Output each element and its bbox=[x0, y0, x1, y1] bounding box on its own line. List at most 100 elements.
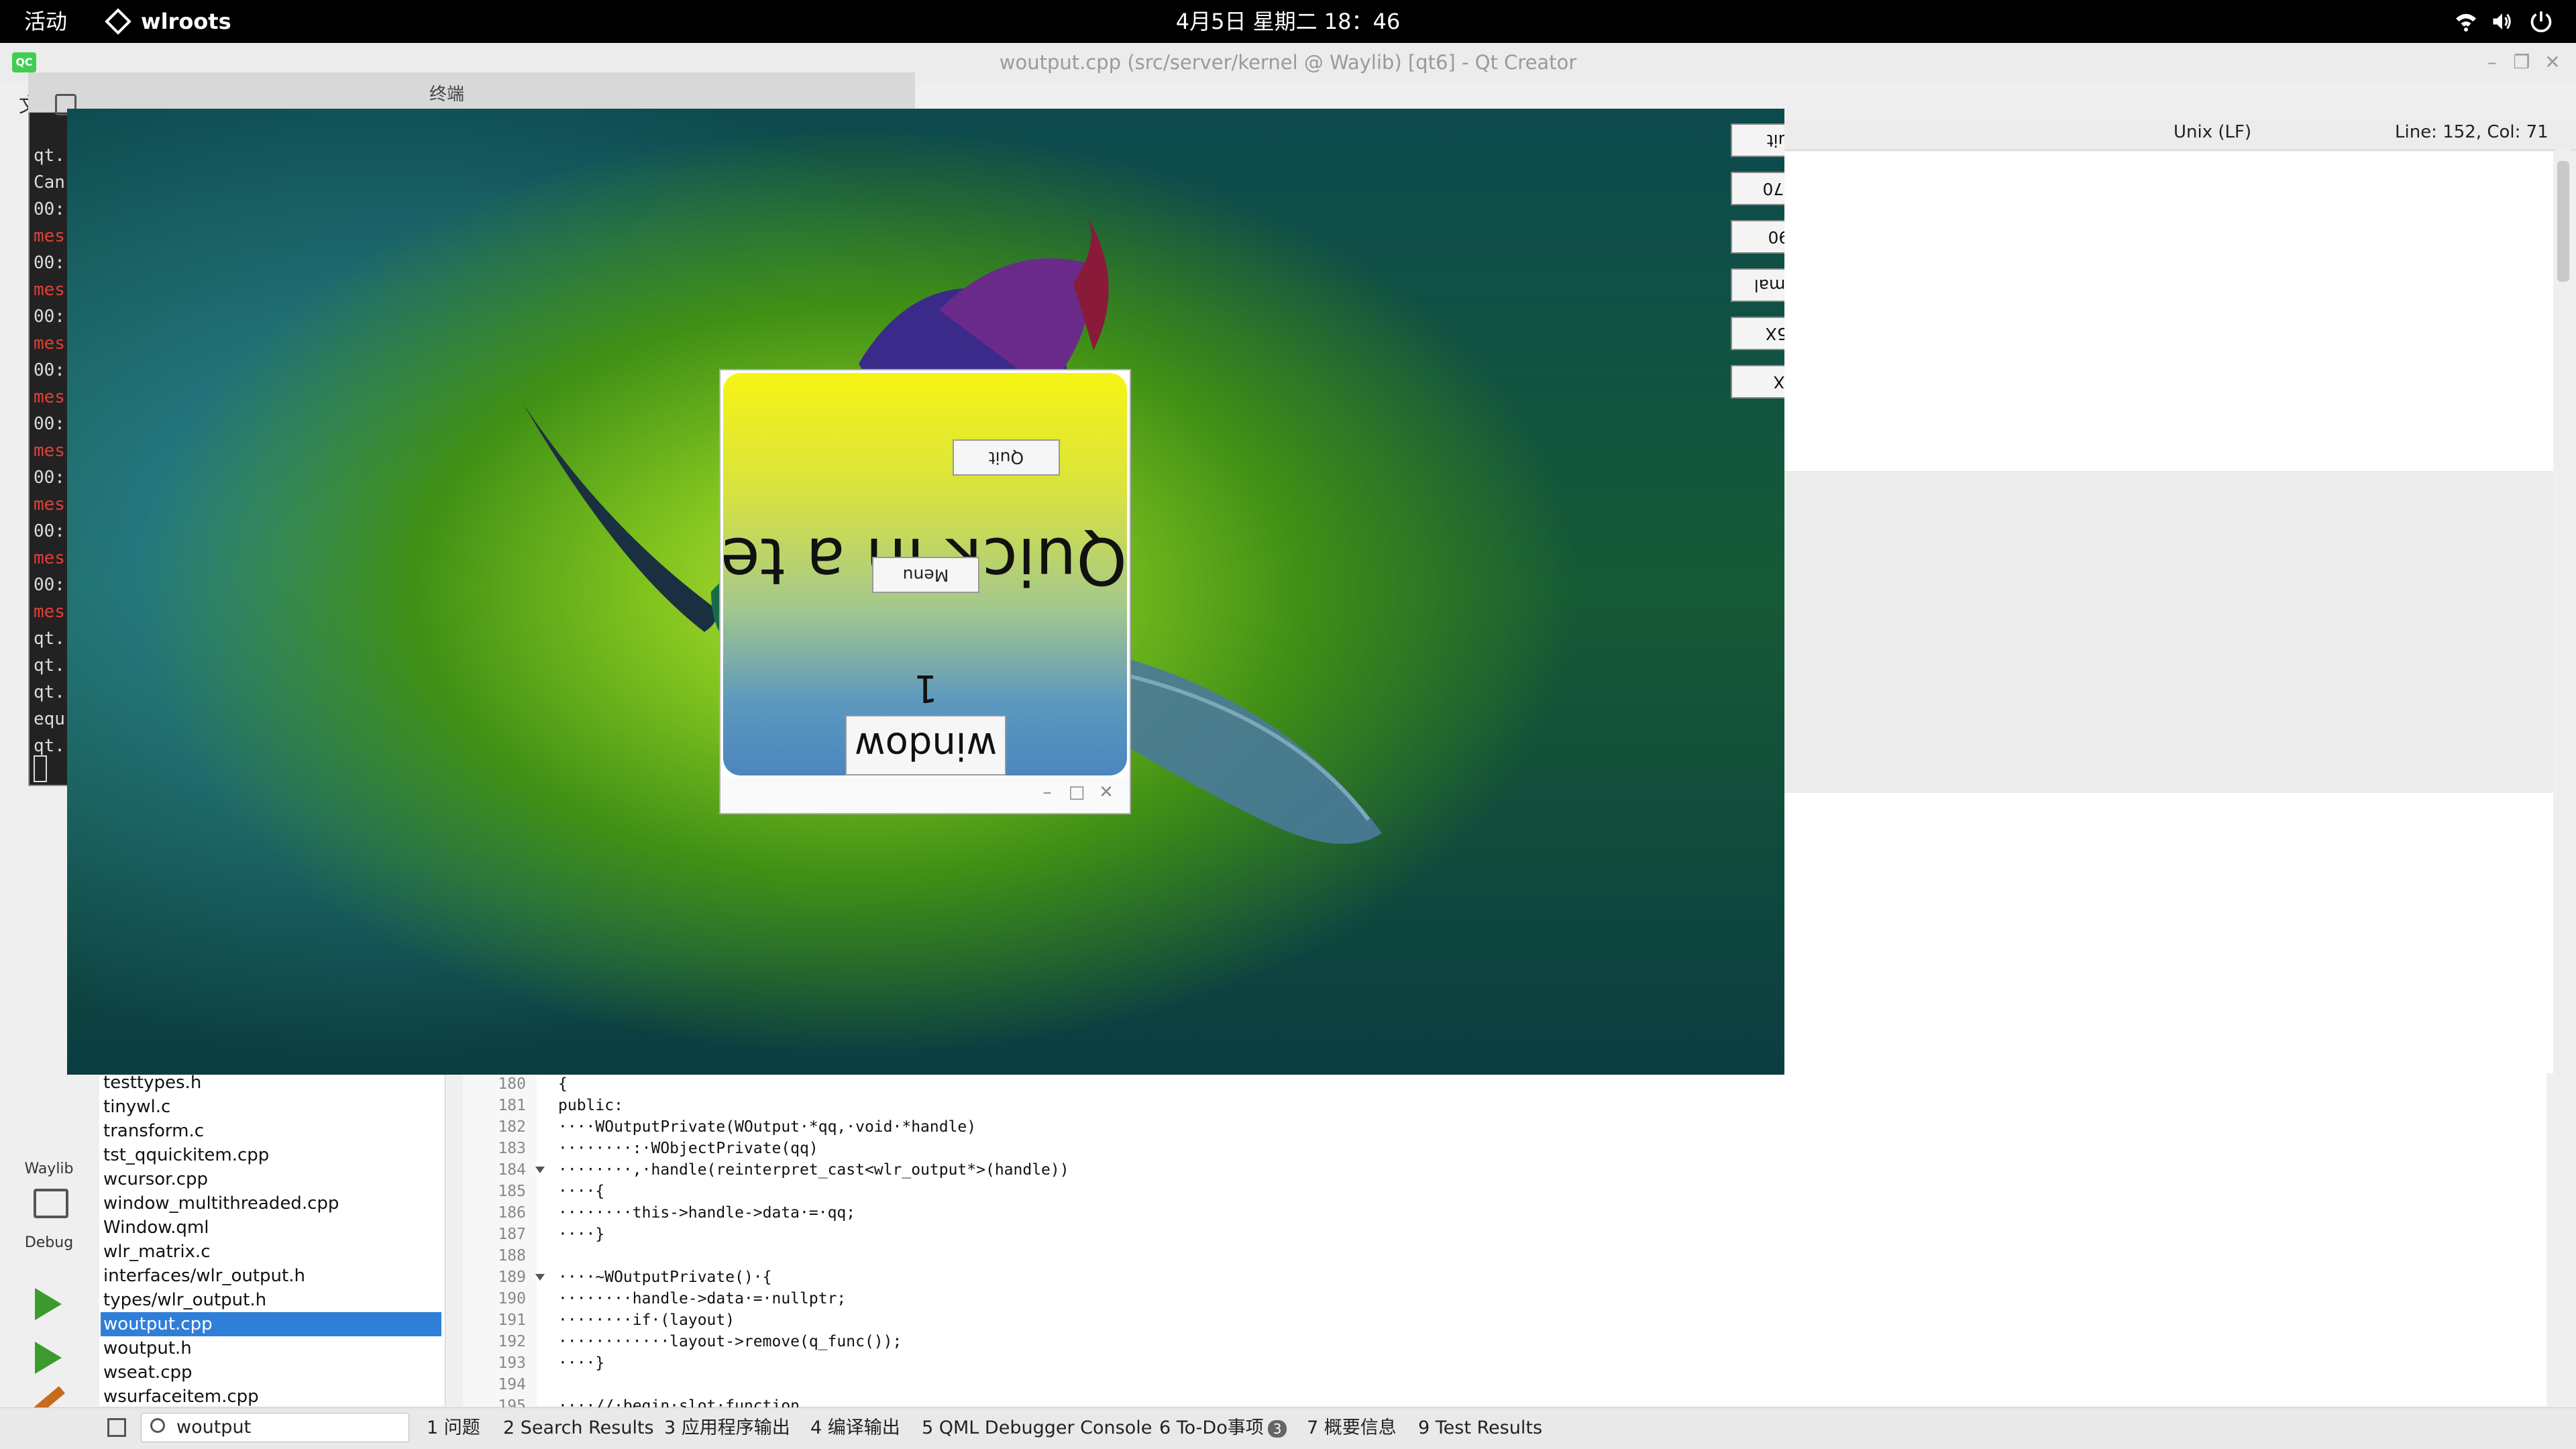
output-pane-tab-label: 6 To-Do事项 bbox=[1159, 1417, 1264, 1438]
code-line[interactable]: ········if·(layout) bbox=[558, 1309, 735, 1331]
kit-selector-icon[interactable] bbox=[34, 1189, 68, 1218]
code-line[interactable]: ····WOutputPrivate(WOutput·*qq,·void·*ha… bbox=[558, 1116, 976, 1138]
terminal-line: mes bbox=[34, 441, 65, 461]
code-line[interactable]: ····~WOutputPrivate()·{ bbox=[558, 1267, 772, 1288]
output-pane-tab-label: 9 Test Results bbox=[1418, 1417, 1543, 1438]
line-number: 184 bbox=[498, 1161, 526, 1179]
compositor-1x-button[interactable]: 1X bbox=[1731, 365, 1784, 398]
line-number: 192 bbox=[498, 1333, 526, 1350]
locator-input[interactable]: woutput bbox=[141, 1413, 409, 1442]
compositor-r270-button[interactable]: R270 bbox=[1731, 172, 1784, 205]
wlroots-app-icon bbox=[105, 8, 131, 35]
output-pane-tab-label: 3 应用程序输出 bbox=[664, 1417, 790, 1438]
editor-area-mid bbox=[1782, 793, 2553, 1073]
debug-run-button[interactable] bbox=[35, 1342, 62, 1374]
output-pane-tab[interactable]: 9 Test Results bbox=[1418, 1411, 1542, 1445]
code-line[interactable]: { bbox=[558, 1073, 568, 1095]
file-list-item[interactable]: tst_qquickitem.cpp bbox=[101, 1143, 441, 1167]
close-icon[interactable]: ✕ bbox=[2540, 50, 2565, 75]
search-icon bbox=[150, 1418, 165, 1433]
line-number: 182 bbox=[498, 1118, 526, 1136]
wifi-icon[interactable] bbox=[2454, 9, 2478, 34]
compositor-r90-button[interactable]: R90 bbox=[1731, 220, 1784, 254]
code-line[interactable]: public: bbox=[558, 1095, 623, 1116]
qt-creator-logo-icon: QC bbox=[12, 52, 36, 72]
terminal-cursor bbox=[34, 755, 47, 782]
code-line[interactable]: ········:·WObjectPrivate(qq) bbox=[558, 1138, 818, 1159]
maximize-icon[interactable]: ❐ bbox=[2509, 50, 2534, 75]
code-line[interactable]: ············layout->remove(q_func()); bbox=[558, 1331, 902, 1352]
file-list-item[interactable]: tinywl.c bbox=[101, 1095, 441, 1119]
power-icon[interactable] bbox=[2529, 9, 2553, 34]
code-line[interactable]: ········handle->data·=·nullptr; bbox=[558, 1288, 846, 1309]
terminal-line: 00: bbox=[34, 253, 65, 273]
todo-count-badge: 3 bbox=[1267, 1420, 1287, 1438]
terminal-line: 00: bbox=[34, 360, 65, 380]
file-list-item[interactable]: woutput.h bbox=[101, 1336, 441, 1360]
line-number: 186 bbox=[498, 1204, 526, 1222]
run-button[interactable] bbox=[35, 1288, 62, 1320]
output-pane-tab-label: 4 编译输出 bbox=[810, 1417, 900, 1438]
fold-marker-icon[interactable] bbox=[535, 1274, 545, 1281]
output-pane-tab[interactable]: 3 应用程序输出 bbox=[664, 1411, 790, 1445]
output-pane-tab-label: 5 QML Debugger Console bbox=[922, 1417, 1152, 1438]
code-line[interactable]: ····} bbox=[558, 1224, 604, 1245]
activities-button[interactable]: 活动 bbox=[24, 0, 67, 43]
code-line[interactable]: ········,·handle(reinterpret_cast<wlr_ou… bbox=[558, 1159, 1069, 1181]
minimize-icon[interactable]: – bbox=[1037, 782, 1057, 802]
output-pane-tab[interactable]: 4 编译输出 bbox=[810, 1411, 900, 1445]
toggle-sidebar-icon[interactable] bbox=[107, 1418, 126, 1437]
terminal-line: qt. bbox=[34, 682, 65, 702]
terminal-header bbox=[28, 72, 915, 113]
minimize-icon[interactable]: – bbox=[2479, 50, 2505, 75]
editor-area-top bbox=[1782, 152, 2553, 471]
file-list-item[interactable]: transform.c bbox=[101, 1119, 441, 1143]
terminal-line: qt. bbox=[34, 655, 65, 676]
client-window-label: window 1 bbox=[845, 666, 1006, 775]
line-number: 190 bbox=[498, 1290, 526, 1307]
line-number: 180 bbox=[498, 1075, 526, 1093]
fold-marker-icon[interactable] bbox=[535, 1167, 545, 1173]
terminal-line: 00: bbox=[34, 468, 65, 488]
code-line[interactable]: ····{ bbox=[558, 1181, 604, 1202]
code-line[interactable]: ········this->handle->data·=·qq; bbox=[558, 1202, 855, 1224]
file-list-item[interactable]: wlr_matrix.c bbox=[101, 1240, 441, 1264]
editor-scrollbar[interactable] bbox=[2556, 148, 2571, 1406]
scrollbar-thumb[interactable] bbox=[2557, 161, 2569, 282]
file-list-item[interactable]: wsurfaceitem.cpp bbox=[101, 1385, 441, 1409]
file-list-item[interactable]: woutput.cpp bbox=[101, 1312, 441, 1336]
compositor-15x-button[interactable]: 1.5X bbox=[1731, 317, 1784, 350]
client-quit-button[interactable]: Quit bbox=[953, 439, 1060, 476]
file-list-item[interactable]: wseat.cpp bbox=[101, 1360, 441, 1385]
line-ending-selector[interactable]: Unix (LF) bbox=[2174, 122, 2251, 142]
file-list-item[interactable]: window_multithreaded.cpp bbox=[101, 1191, 441, 1216]
terminal-line: mes bbox=[34, 494, 65, 515]
output-pane-tab[interactable]: 6 To-Do事项 3 bbox=[1159, 1411, 1287, 1445]
line-number: 181 bbox=[498, 1097, 526, 1114]
close-icon[interactable]: ✕ bbox=[1096, 782, 1116, 802]
output-pane-tab[interactable]: 7 概要信息 bbox=[1307, 1411, 1397, 1445]
terminal-line: mes bbox=[34, 226, 65, 246]
gnome-top-bar: 活动 wlroots 4月5日 星期二 18：46 bbox=[0, 0, 2576, 43]
compositor-normal-button[interactable]: Normal bbox=[1731, 268, 1784, 302]
terminal-line: mes bbox=[34, 548, 65, 568]
code-line[interactable]: ····} bbox=[558, 1352, 604, 1374]
cursor-position[interactable]: Line: 152, Col: 71 bbox=[2395, 122, 2548, 142]
terminal-line: qt. bbox=[34, 146, 65, 166]
line-number: 188 bbox=[498, 1247, 526, 1265]
volume-icon[interactable] bbox=[2490, 9, 2514, 34]
terminal-line: Can bbox=[34, 172, 65, 193]
file-list-item[interactable]: Window.qml bbox=[101, 1216, 441, 1240]
output-pane-tab[interactable]: 1 问题 bbox=[427, 1411, 480, 1445]
file-list-item[interactable]: wcursor.cpp bbox=[101, 1167, 441, 1191]
output-pane-tab[interactable]: 5 QML Debugger Console bbox=[922, 1411, 1152, 1445]
clock[interactable]: 4月5日 星期二 18：46 bbox=[1140, 0, 1436, 43]
client-menu-button[interactable]: Menu bbox=[872, 557, 979, 593]
app-menu[interactable]: wlroots bbox=[141, 0, 231, 43]
file-list-item[interactable]: interfaces/wlr_output.h bbox=[101, 1264, 441, 1288]
output-pane-tab[interactable]: 2 Search Results bbox=[503, 1411, 654, 1445]
terminal-line: 00: bbox=[34, 414, 65, 434]
compositor-quit-button[interactable]: Quit bbox=[1731, 123, 1784, 157]
file-list-item[interactable]: types/wlr_output.h bbox=[101, 1288, 441, 1312]
maximize-icon[interactable]: □ bbox=[1067, 782, 1087, 802]
